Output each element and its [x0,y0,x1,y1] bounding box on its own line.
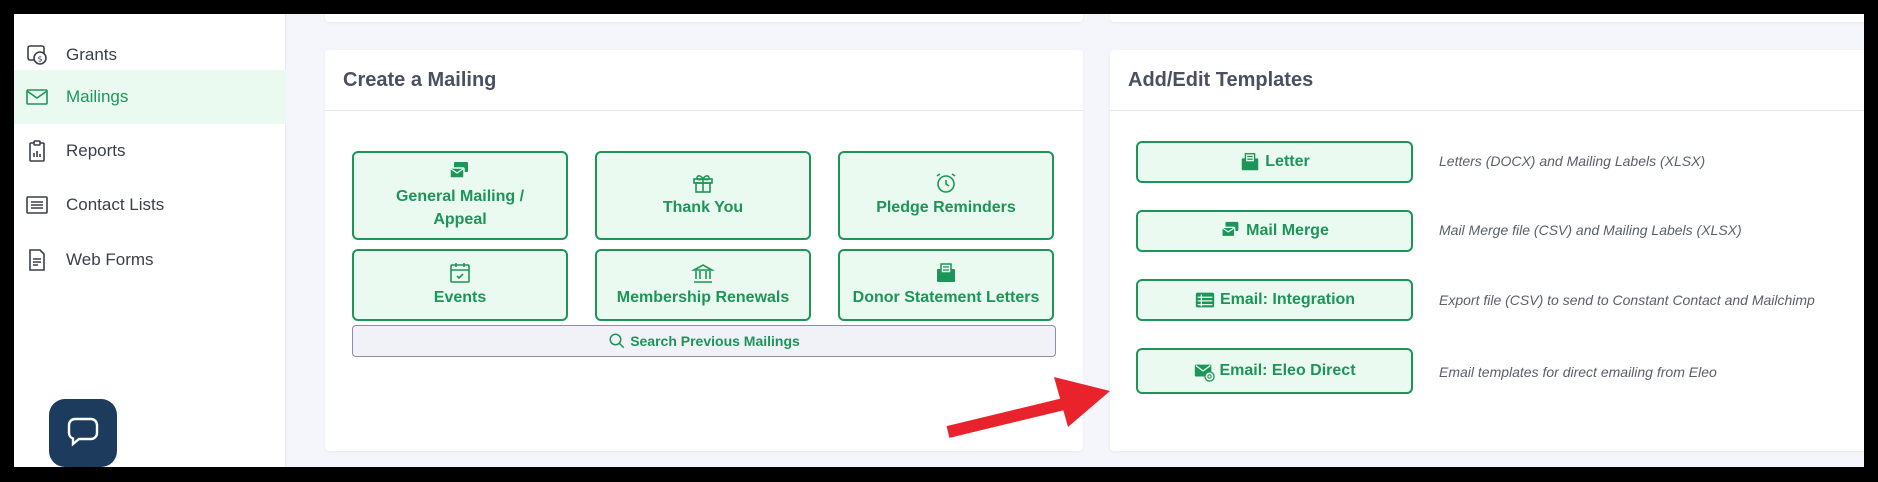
red-arrow-annotation [946,377,1110,438]
envelope-at-icon [1195,364,1216,382]
mail-merge-template-button[interactable]: Mail Merge [1136,210,1413,252]
template-description: Letters (DOCX) and Mailing Labels (XLSX) [1439,153,1706,169]
thank-you-button[interactable]: Thank You [595,151,811,240]
sidebar-item-label: Mailings [66,87,129,106]
sidebar-item-label: Web Forms [66,250,154,269]
templates-panel: Add/Edit Templates Letter Letters (DOCX)… [1110,50,1864,451]
list-icon [24,192,50,218]
template-description: Mail Merge file (CSV) and Mailing Labels… [1439,222,1742,238]
sidebar-item-mailings[interactable]: Mailings [14,70,286,124]
tile-label: Donor Statement Letters [852,288,1040,306]
search-previous-mailings-button[interactable]: Search Previous Mailings [352,325,1056,357]
tile-label: Membership Renewals [616,288,790,306]
panel-above-right [1110,14,1864,22]
tile-label: Pledge Reminders [876,199,1016,217]
gift-icon [693,175,713,194]
template-label: Mail Merge [1246,222,1329,239]
sidebar-item-web-forms[interactable]: Web Forms [14,233,286,287]
clipboard-icon [24,138,50,164]
chat-icon [65,413,101,454]
template-description: Export file (CSV) to send to Constant Co… [1439,292,1815,308]
template-description: Email templates for direct emailing from… [1439,364,1717,380]
sidebar-item-label: Reports [66,141,126,160]
sidebar-item-label: Contact Lists [66,195,165,214]
membership-renewals-button[interactable]: Membership Renewals [595,249,811,321]
email-integration-template-button[interactable]: Email: Integration [1136,279,1413,321]
sidebar-item-reports[interactable]: Reports [14,124,286,178]
tile-label: Thank You [662,199,744,217]
search-label: Search Previous Mailings [630,333,800,349]
panel-title: Create a Mailing [325,50,1083,111]
tile-label: Appeal [433,210,487,228]
calendar-check-icon [450,262,470,283]
chat-launcher-button[interactable] [49,399,117,467]
email-eleo-direct-template-button[interactable]: Email: Eleo Direct [1136,348,1413,394]
bank-icon [691,263,715,283]
pledge-reminders-button[interactable]: Pledge Reminders [838,151,1054,240]
sidebar: $ Grants Mailings Reports Contact Lists [14,14,286,467]
general-mailing-button[interactable]: General Mailing / Appeal [352,151,568,240]
panel-above-left [325,14,1083,22]
tile-label: Events [433,288,487,306]
mailings-icon [1221,221,1239,238]
template-label: Email: Integration [1219,291,1356,308]
svg-text:$: $ [37,55,42,64]
template-label: Letter [1265,153,1310,170]
mailings-icon [449,162,468,179]
alarm-clock-icon [936,173,956,194]
donor-statement-letters-button[interactable]: Donor Statement Letters [838,249,1054,321]
sidebar-item-contact-lists[interactable]: Contact Lists [14,178,286,232]
form-icon [24,247,50,273]
search-icon [609,333,625,349]
app-window: $ Grants Mailings Reports Contact Lists [14,14,1864,467]
envelope-icon [24,84,50,110]
table-list-icon [1195,292,1215,308]
panel-title: Add/Edit Templates [1110,50,1864,111]
tile-label: General Mailing / [395,188,525,206]
template-label: Email: Eleo Direct [1219,362,1356,379]
grants-icon: $ [24,42,50,68]
letter-template-button[interactable]: Letter [1136,141,1413,183]
events-button[interactable]: Events [352,249,568,321]
envelope-open-letter-icon [1242,153,1259,171]
sidebar-item-label: Grants [66,45,118,64]
envelope-open-letter-icon [937,263,955,282]
